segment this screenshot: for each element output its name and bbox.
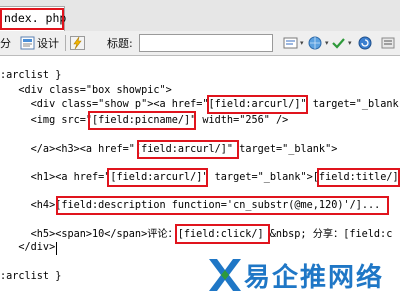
validate-dropdown-arrow-icon: ▾ <box>348 38 352 47</box>
picname-highlight-box <box>88 111 196 130</box>
text-cursor <box>56 242 57 255</box>
click-highlight-box <box>175 224 270 244</box>
file-management-icon <box>283 36 298 50</box>
code-line: <div class="box showpic"> <box>0 85 172 96</box>
file-dropdown-arrow-icon: ▾ <box>300 38 304 47</box>
view-toolbar: 分 设计 标题: ▾ ▾ ▾ <box>0 31 400 56</box>
design-view-button[interactable]: 设计 <box>20 34 59 51</box>
description-highlight-box <box>56 196 389 215</box>
options-button[interactable] <box>381 34 398 51</box>
arcurl-highlight-box <box>107 168 208 187</box>
arcurl-highlight-box <box>207 95 308 114</box>
title-highlight-box <box>317 168 400 187</box>
code-line: :arclist } <box>0 271 62 282</box>
toolbar-separator <box>65 35 66 51</box>
arcurl-highlight-box <box>137 140 239 159</box>
split-label: 分 <box>0 36 11 50</box>
watermark-logo-icon <box>209 259 241 291</box>
title-label-wrap: 标题: <box>107 34 133 51</box>
document-tab-bar: ndex. php <box>0 0 400 32</box>
validate-button[interactable]: ▾ <box>331 34 352 51</box>
code-line: </div> <box>0 242 56 253</box>
check-icon <box>331 36 346 50</box>
globe-icon <box>308 36 323 50</box>
split-view-button[interactable]: 分 <box>0 34 11 51</box>
design-label: 设计 <box>37 36 59 50</box>
preview-in-browser-button[interactable]: ▾ <box>308 34 329 51</box>
design-view-icon <box>20 36 35 50</box>
title-input[interactable] <box>139 34 273 52</box>
options-icon <box>381 36 396 50</box>
file-management-button[interactable]: ▾ <box>283 34 304 51</box>
watermark: 易企推网络 <box>206 254 400 296</box>
lightning-icon <box>70 35 85 50</box>
preview-dropdown-arrow-icon: ▾ <box>325 38 329 47</box>
refresh-icon <box>358 36 373 50</box>
code-line: :arclist } <box>0 70 62 81</box>
refresh-button[interactable] <box>358 34 375 51</box>
filename-highlight-box <box>0 8 64 30</box>
title-label: 标题: <box>107 36 133 50</box>
code-line: <div class="show p"><a href="[field:arcu… <box>0 99 399 110</box>
watermark-text: 易企推网络 <box>244 263 385 293</box>
live-view-button[interactable] <box>70 34 87 51</box>
